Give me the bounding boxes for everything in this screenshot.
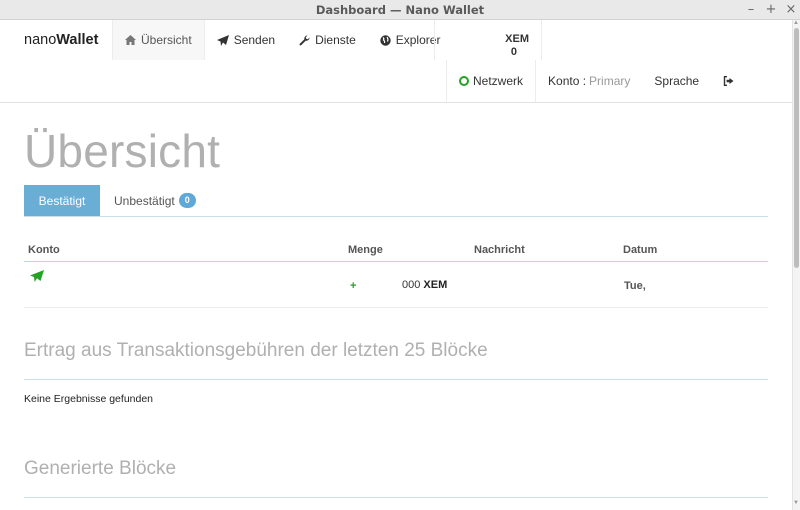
scroll-down-icon[interactable]: ▼ — [793, 500, 799, 506]
account-selector[interactable]: Konto : Primary — [536, 60, 642, 102]
logout-button[interactable] — [711, 60, 746, 102]
transaction-date: Tue, — [624, 280, 646, 292]
brand-bold: Wallet — [56, 32, 99, 48]
network-label: Netzwerk — [473, 74, 524, 88]
paper-plane-icon — [216, 34, 229, 46]
amount-unit: XEM — [423, 279, 448, 291]
network-status-icon — [459, 76, 469, 86]
nav-item-services[interactable]: Dienste — [287, 20, 368, 60]
close-button[interactable]: × — [784, 2, 798, 18]
network-status[interactable]: Netzwerk — [446, 60, 537, 102]
window-titlebar: Dashboard — Nano Wallet – + × — [0, 0, 800, 20]
column-header-date: Datum — [623, 244, 658, 256]
sign-out-icon — [723, 76, 734, 86]
home-icon — [125, 35, 136, 45]
amount-number: 000 — [402, 279, 421, 291]
tab-label: Bestätigt — [38, 193, 86, 208]
secondary-nav: Netzwerk Konto : Primary Sprache — [446, 60, 746, 102]
navbar: nanoWallet Übersicht Senden Dienste Expl… — [0, 20, 800, 103]
unconfirmed-count-badge: 0 — [178, 193, 196, 208]
scroll-up-icon[interactable]: ▲ — [793, 20, 799, 26]
amount-sign: + — [350, 280, 357, 292]
balance-display: 0 XEM — [434, 20, 542, 60]
wrench-icon — [299, 34, 310, 45]
table-header: Konto Menge Nachricht Datum — [24, 240, 768, 262]
balance-value: 0 — [510, 46, 517, 58]
nav-item-label: Dienste — [315, 33, 356, 47]
blocks-section-title: Generierte Blöcke — [24, 458, 768, 498]
paper-plane-icon — [30, 270, 44, 282]
tab-confirmed[interactable]: Bestätigt — [24, 185, 100, 216]
balance-unit: XEM — [505, 33, 529, 45]
scrollbar-thumb[interactable] — [794, 28, 799, 268]
column-header-account: Konto — [28, 244, 60, 256]
transaction-tabs: Bestätigt Unbestätigt 0 — [24, 185, 768, 217]
fees-empty-message: Keine Ergebnisse gefunden — [24, 393, 154, 405]
tab-unconfirmed[interactable]: Unbestätigt 0 — [114, 185, 196, 216]
nav-item-label: Übersicht — [141, 33, 192, 47]
table-row[interactable]: + 000 XEM Tue, — [24, 262, 768, 308]
minimize-button[interactable]: – — [744, 2, 758, 18]
nav-item-overview[interactable]: Übersicht — [112, 20, 205, 60]
language-selector[interactable]: Sprache — [642, 60, 711, 102]
tab-label: Unbestätigt — [114, 193, 175, 208]
fees-section-title: Ertrag aus Transaktionsgebühren der letz… — [24, 340, 768, 380]
amount-value: 000 XEM — [402, 279, 447, 291]
account-label: Konto : — [548, 74, 587, 88]
brand-logo[interactable]: nanoWallet — [24, 32, 98, 48]
column-header-message: Nachricht — [474, 244, 525, 256]
column-header-amount: Menge — [348, 244, 383, 256]
brand-light: nano — [24, 32, 57, 48]
nav-item-label: Senden — [233, 33, 276, 47]
language-label: Sprache — [654, 74, 700, 88]
page-title: Übersicht — [24, 125, 221, 177]
maximize-button[interactable]: + — [764, 2, 778, 18]
account-value: Primary — [589, 74, 631, 88]
main-nav: Übersicht Senden Dienste Explorer — [112, 20, 452, 60]
nav-item-send[interactable]: Senden — [205, 20, 287, 60]
window-title: Dashboard — Nano Wallet — [315, 3, 485, 17]
globe-icon — [380, 34, 391, 46]
